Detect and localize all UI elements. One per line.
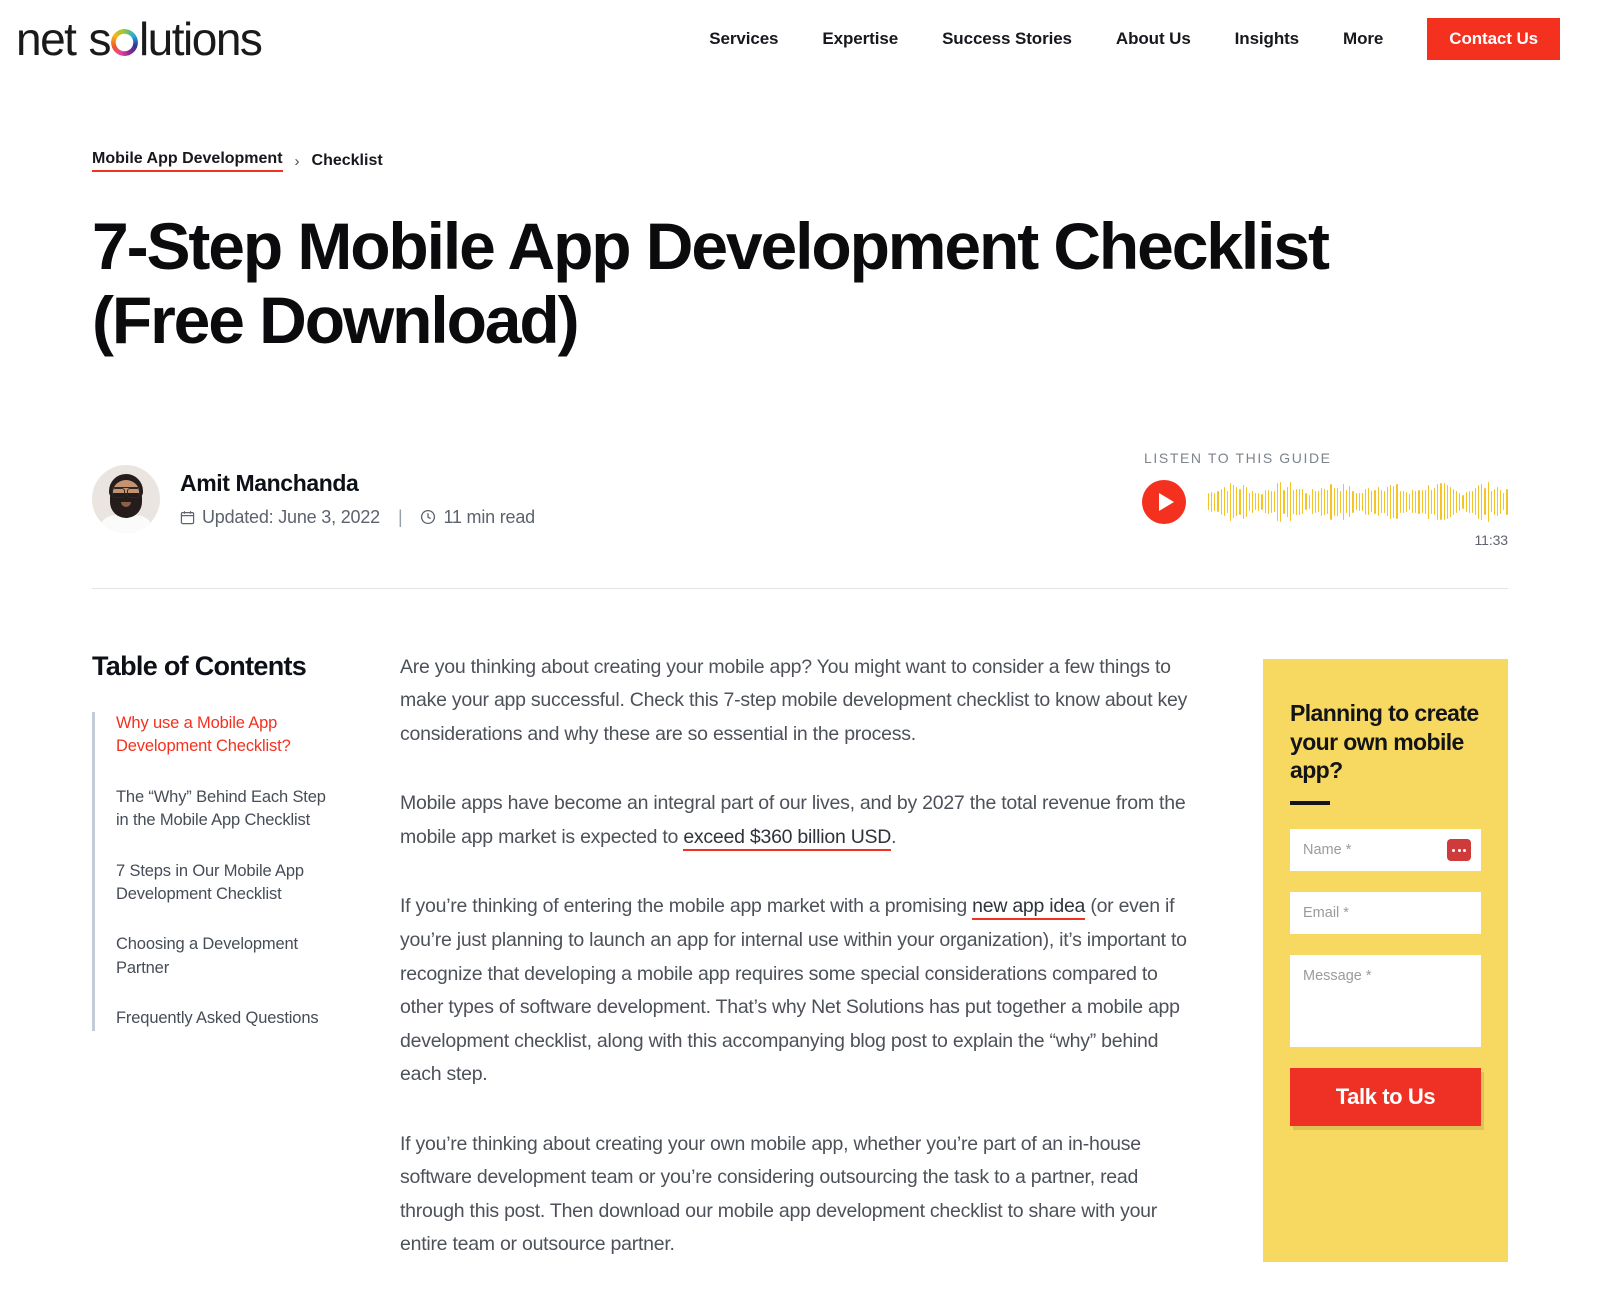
autofill-icon[interactable] — [1447, 839, 1471, 862]
site-logo[interactable]: net s lutions — [16, 12, 263, 66]
toc-item-why-behind-each-step[interactable]: The “Why” Behind Each Step in the Mobile… — [116, 786, 341, 833]
form-heading: Planning to create your own mobile app? — [1290, 699, 1479, 784]
table-of-contents: Table of Contents Why use a Mobile App D… — [92, 651, 392, 1262]
paragraph-4: If you’re thinking about creating your o… — [400, 1132, 1158, 1256]
play-icon[interactable] — [1142, 479, 1186, 524]
breadcrumb-link-mobile-app-development[interactable]: Mobile App Development — [92, 150, 283, 172]
logo-text-lutions: lutions — [138, 13, 263, 65]
talk-to-us-button[interactable]: Talk to Us — [1290, 1068, 1481, 1127]
toc-list: Why use a Mobile App Development Checkli… — [92, 711, 392, 1031]
nav-item-services[interactable]: Services — [687, 29, 800, 49]
meta-divider: | — [397, 506, 403, 527]
paragraph-1: Are you thinking about creating your mob… — [400, 655, 1188, 745]
article-meta-row: Amit Manchanda Updated: June 3, 2022 | 1… — [92, 450, 1508, 589]
nav-item-insights[interactable]: Insights — [1213, 29, 1321, 49]
form-heading-rule — [1290, 801, 1330, 806]
calendar-icon — [180, 510, 195, 525]
paragraph-2: Mobile apps have become an integral part… — [400, 787, 1203, 854]
nav-item-success-stories[interactable]: Success Stories — [920, 29, 1094, 49]
toc-item-7-steps[interactable]: 7 Steps in Our Mobile App Development Ch… — [116, 860, 341, 907]
toc-item-why-use-checklist[interactable]: Why use a Mobile App Development Checkli… — [116, 712, 341, 759]
author-block: Amit Manchanda Updated: June 3, 2022 | 1… — [92, 464, 535, 533]
page-title: 7-Step Mobile App Development Checklist … — [92, 209, 1330, 357]
logo-text-net: net — [16, 13, 77, 65]
clock-icon — [420, 509, 436, 525]
audio-duration: 11:33 — [1474, 531, 1509, 548]
paragraph-3: If you’re thinking of entering the mobil… — [400, 890, 1203, 1091]
logo-text-s: s — [88, 13, 111, 65]
contact-us-button[interactable]: Contact Us — [1427, 18, 1560, 60]
paragraph-2-text-after: . — [891, 825, 897, 848]
paragraph-3-text-before: If you’re thinking of entering the mobil… — [400, 895, 973, 918]
main-navigation: Services Expertise Success Stories About… — [687, 0, 1600, 78]
link-exceed-360-billion[interactable]: exceed $360 billion USD — [683, 825, 891, 851]
audio-player-label: LISTEN TO THIS GUIDE — [1144, 449, 1332, 466]
nav-item-expertise[interactable]: Expertise — [800, 29, 920, 49]
site-header: net s lutions Services Expertise Success … — [0, 0, 1600, 78]
paragraph-3-text-after: (or even if you’re just planning to laun… — [400, 895, 1187, 1086]
nav-item-about-us[interactable]: About Us — [1094, 29, 1213, 49]
logo-ring-icon — [110, 29, 138, 56]
email-field[interactable] — [1290, 892, 1481, 935]
toc-title: Table of Contents — [92, 650, 307, 681]
toc-item-choosing-partner[interactable]: Choosing a Development Partner — [116, 933, 341, 980]
author-avatar — [92, 464, 160, 533]
breadcrumb-separator-icon: › — [294, 152, 300, 170]
message-field[interactable] — [1290, 955, 1481, 1048]
audio-waveform[interactable] — [1208, 481, 1508, 523]
toc-item-faq[interactable]: Frequently Asked Questions — [116, 1007, 341, 1030]
breadcrumb-current-checklist: Checklist — [311, 152, 383, 169]
audio-guide-player: LISTEN TO THIS GUIDE 11:33 — [1142, 450, 1508, 548]
article-body: Are you thinking about creating your mob… — [392, 651, 1253, 1262]
article-content: Table of Contents Why use a Mobile App D… — [92, 651, 1508, 1262]
nav-item-more[interactable]: More — [1321, 29, 1405, 49]
link-new-app-idea[interactable]: new app idea — [972, 895, 1085, 921]
breadcrumb: Mobile App Development › Checklist — [92, 150, 1508, 172]
read-time: 11 min read — [443, 506, 535, 527]
author-meta: Updated: June 3, 2022 | 11 min read — [180, 507, 535, 528]
contact-form-card: Planning to create your own mobile app? … — [1263, 658, 1508, 1262]
updated-date: Updated: June 3, 2022 — [202, 506, 380, 527]
name-field-wrapper — [1290, 829, 1481, 872]
author-name[interactable]: Amit Manchanda — [180, 470, 535, 497]
